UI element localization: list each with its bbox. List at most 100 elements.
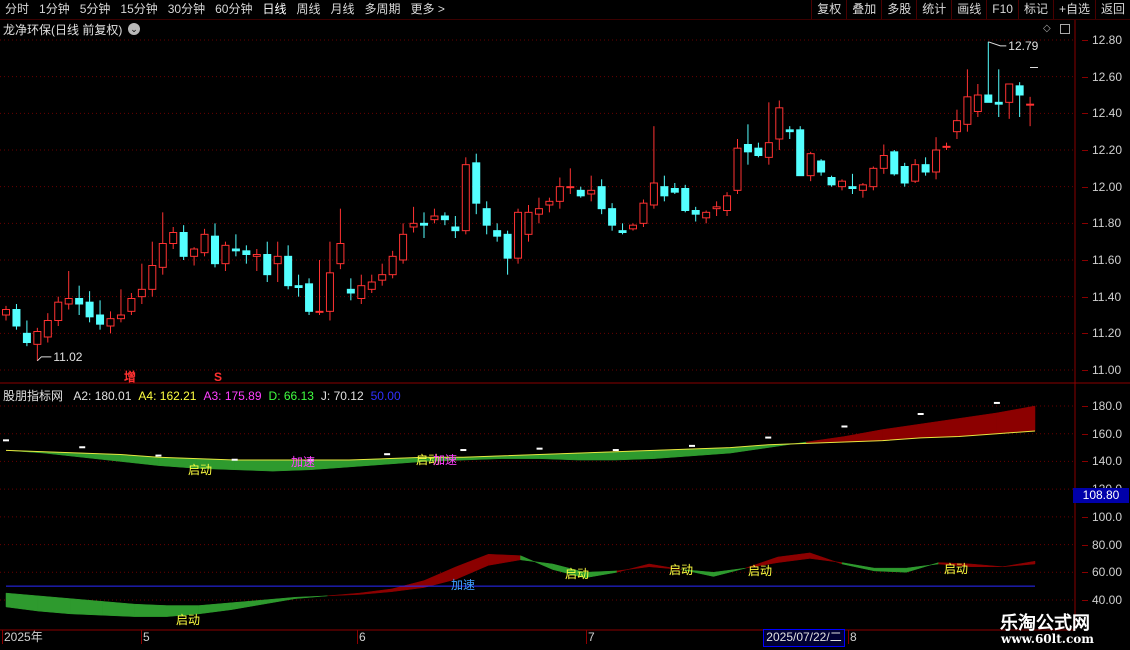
candle-body	[127, 298, 136, 312]
price-tick-mark	[1082, 223, 1088, 225]
price-tick-label: 12.20	[1092, 143, 1123, 157]
candle-body	[566, 186, 575, 189]
price-tick-label: 11.80	[1092, 216, 1122, 231]
candle-body	[2, 309, 10, 316]
price-tick-mark	[1082, 370, 1088, 371]
candle-body	[963, 96, 972, 125]
candle-body	[921, 164, 930, 173]
indicator-signal-label: 启动	[944, 562, 968, 576]
candle-body	[733, 147, 742, 191]
date-tick	[586, 630, 587, 644]
kdj-band	[488, 554, 521, 566]
date-label: 2025年	[4, 630, 43, 644]
indicator-bands	[3, 401, 1036, 617]
indicator-value: A4: 162.21	[138, 389, 197, 403]
candle-body	[618, 230, 627, 234]
indicator-tick-mark	[1082, 544, 1088, 546]
candle-body	[587, 189, 596, 195]
indicator-tick-mark	[1082, 433, 1088, 435]
candle-body	[211, 235, 219, 265]
candle-body	[231, 248, 240, 252]
candle-body	[712, 206, 721, 210]
candle-body	[932, 149, 941, 173]
indicator-tick-label: 160.0	[1092, 426, 1123, 441]
candle-body	[294, 285, 303, 288]
candle-body	[723, 195, 732, 211]
candle-body	[137, 288, 146, 298]
candle-body	[420, 222, 428, 226]
indicator-signal-label: 启动	[176, 613, 200, 627]
indicator-value: A3: 175.89	[203, 389, 262, 403]
candle-body	[22, 332, 31, 344]
price-tick-label: 12.60	[1092, 69, 1123, 84]
kdj-band	[520, 555, 553, 570]
date-label: 8	[850, 630, 857, 644]
indicator-name[interactable]: 股朋指标网	[3, 389, 63, 403]
kdj-band	[295, 595, 328, 599]
kdj-band	[777, 552, 811, 563]
current-value-flag: 108.80	[1073, 488, 1129, 503]
price-tick-label: 11.00	[1092, 363, 1122, 377]
price-tick-mark	[1082, 76, 1088, 78]
price-tick-label: 12.80	[1092, 33, 1123, 47]
kdj-band	[37, 595, 71, 615]
indicator-tick-mark	[1082, 516, 1088, 518]
candle-body	[796, 129, 805, 177]
indicator-tick-mark	[1082, 406, 1088, 407]
candle-body	[545, 200, 554, 206]
kdj-band	[1002, 560, 1036, 567]
candle-body	[315, 310, 324, 313]
price-grid	[0, 20, 1130, 631]
candle-body	[1005, 83, 1014, 103]
candle-body	[64, 298, 73, 305]
candle-body	[388, 255, 397, 276]
candle-body	[900, 166, 909, 184]
candle-body	[85, 301, 94, 318]
indicator-tick-label: 100.0	[1092, 509, 1123, 524]
candle-body	[482, 208, 491, 226]
candle-body	[96, 314, 105, 325]
price-tick-label: 11.40	[1092, 289, 1122, 304]
kdj-band	[873, 567, 907, 573]
a2-a4-band	[996, 405, 1036, 434]
indicator-tick-mark	[1082, 600, 1088, 601]
price-tick-label: 12.40	[1092, 106, 1123, 121]
candle-body	[764, 142, 773, 158]
candle-body	[838, 180, 846, 188]
price-tick-mark	[1082, 296, 1088, 298]
date-tick	[357, 630, 358, 644]
kdj-band	[970, 563, 1003, 567]
candle-body	[33, 331, 42, 345]
kdj-band	[906, 562, 939, 573]
candle-body	[12, 309, 21, 327]
chart-canvas[interactable]: 12.7911.02增 S启动加速 启动加速加速启动 启动 启动 启动启动	[0, 0, 1130, 650]
candle-body	[148, 265, 157, 290]
candle-body	[221, 244, 230, 265]
indicator-header[interactable]: 股朋指标网 A2: 180.01 A4: 162.21 A3: 175.89 D: 6…	[3, 387, 408, 404]
candle-body	[169, 232, 178, 244]
candle-body	[1026, 103, 1035, 106]
date-tick	[141, 630, 142, 644]
candle-body	[190, 248, 199, 257]
candle-body	[890, 151, 899, 175]
candle-body	[263, 254, 272, 276]
price-tick-label: 12.00	[1092, 179, 1123, 194]
candle-body	[158, 243, 167, 268]
indicator-tick-label: 180.0	[1092, 399, 1123, 413]
candle-body	[1015, 85, 1024, 96]
candle-body	[325, 272, 334, 312]
indicator-signal-label: 加速	[433, 453, 457, 467]
kdj-band	[198, 602, 232, 615]
kdj-band	[584, 570, 618, 579]
candle-body	[608, 208, 617, 226]
candle-body	[942, 145, 951, 148]
candle-body	[273, 255, 282, 265]
a2-a4-band	[310, 459, 350, 471]
candle-body	[629, 224, 637, 230]
candle-body	[346, 288, 355, 294]
candle-body	[284, 255, 293, 287]
candle-body	[827, 177, 836, 186]
candle-body	[555, 186, 564, 202]
candle-body	[116, 314, 125, 320]
kdj-band	[263, 596, 296, 605]
